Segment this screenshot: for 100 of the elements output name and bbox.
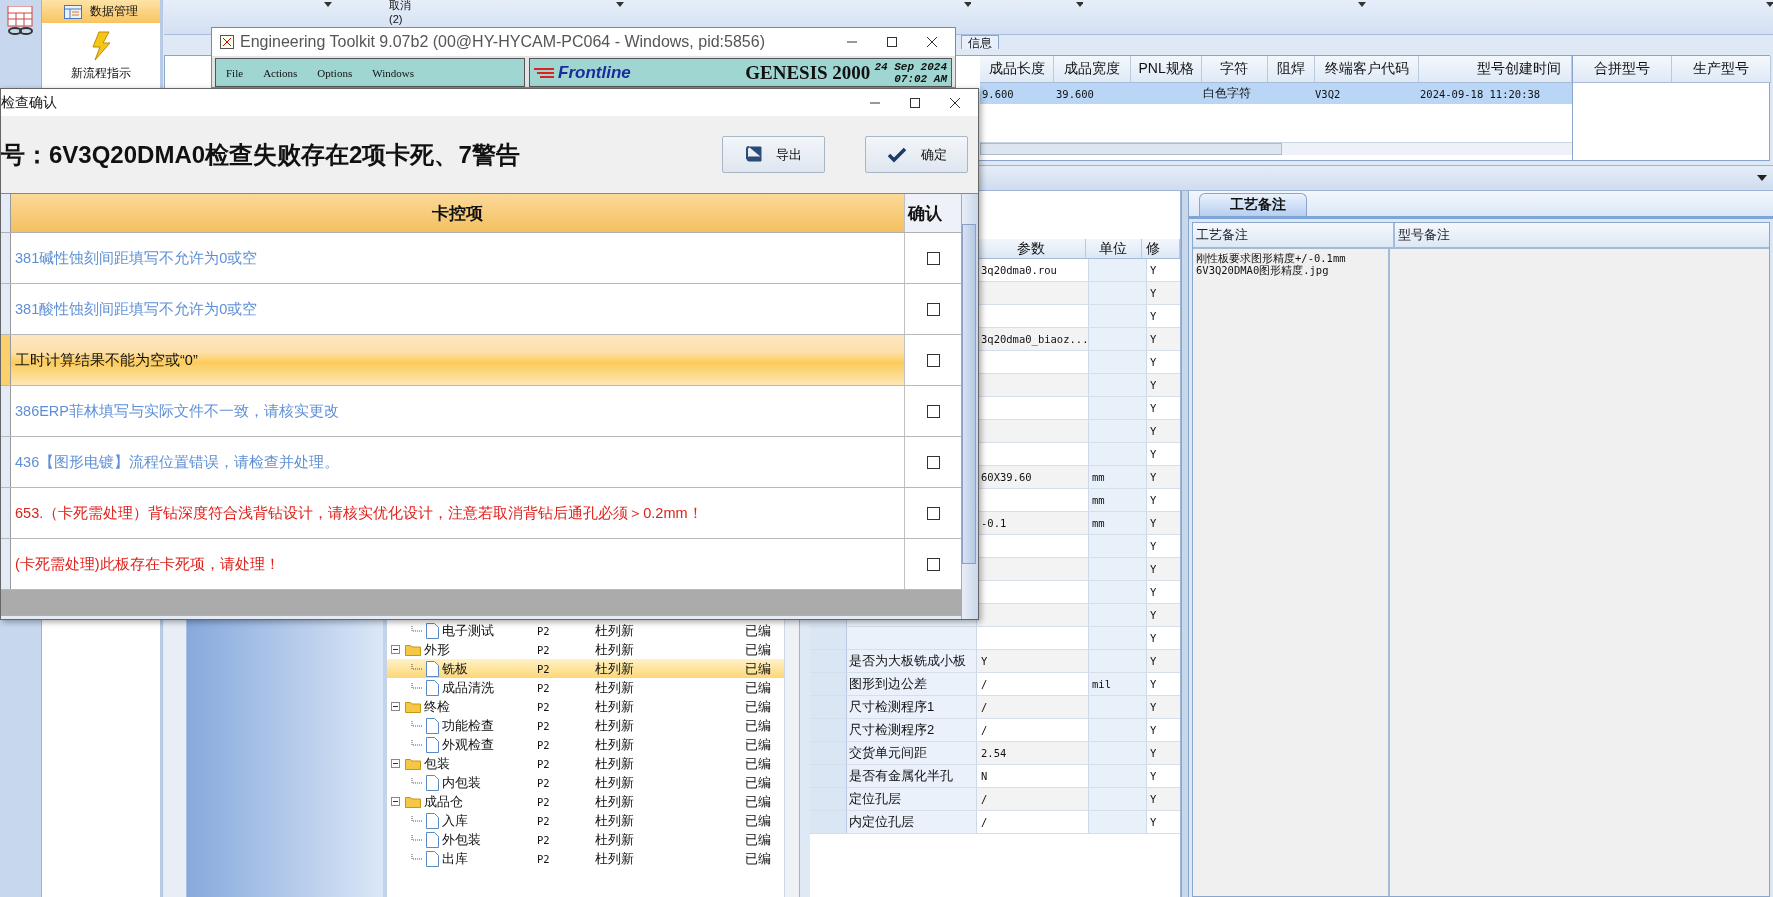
vertical-scrollbar[interactable] [961, 194, 978, 619]
checkbox[interactable] [926, 302, 940, 316]
column-header[interactable]: 成品长度 [980, 56, 1055, 82]
close-icon[interactable] [949, 96, 961, 109]
tree-row[interactable]: 外包装 P2 杜列新 已编 [387, 830, 784, 849]
column-header[interactable]: 卡控项 [11, 194, 905, 232]
menu-item[interactable]: File [226, 66, 244, 79]
close-icon[interactable] [926, 36, 938, 48]
tab[interactable]: 工艺备注 [1199, 193, 1307, 216]
column-header[interactable]: 修 [1142, 239, 1180, 258]
caret-icon[interactable] [963, 2, 972, 7]
splitter-handle[interactable] [1181, 191, 1189, 897]
table-cell: 交货单元间距 [847, 742, 977, 764]
collapse-icon[interactable] [391, 797, 400, 806]
text-area[interactable]: 刚性板要求图形精度+/-0.1mm 6V3Q20DMA0图形精度.jpg [1193, 249, 1390, 896]
tree-label: 成品仓 [424, 792, 463, 811]
collapse-icon[interactable] [391, 645, 400, 654]
table-cell-text: Y [1149, 609, 1157, 621]
tree-row[interactable]: 成品清洗 P2 杜列新 已编 [387, 678, 784, 697]
checkbox[interactable] [926, 353, 940, 367]
table-cell-text: 已编 [745, 754, 772, 773]
column-header[interactable]: 生产型号 [1672, 56, 1771, 82]
horizontal-scrollbar[interactable] [1, 615, 961, 619]
horizontal-scrollbar[interactable] [980, 142, 1572, 155]
table-cell-text: Y [1149, 517, 1157, 529]
confirm-button[interactable]: 确定 [865, 136, 968, 173]
checkbox[interactable] [926, 455, 940, 469]
table-cell-text: Y [1149, 540, 1157, 552]
column-header[interactable]: 终端客户代码 [1314, 56, 1420, 82]
export-button[interactable]: 导出 [722, 136, 825, 173]
caret-icon[interactable] [324, 2, 332, 7]
tree-label: 外观检查 [442, 735, 494, 754]
column-header[interactable]: 字符 [1201, 56, 1269, 82]
column-header[interactable]: 型号创建时间 [1419, 56, 1572, 82]
tree-row[interactable]: 内包装 P2 杜列新 已编 [387, 773, 784, 792]
table-cell-text: 杜列新 [595, 830, 635, 849]
maximize-icon[interactable] [886, 36, 898, 48]
table-cell: mm [1089, 466, 1147, 488]
menu-item[interactable]: Actions [263, 66, 298, 79]
menu-item[interactable]: Options [317, 66, 353, 79]
table-cell-text: P2 [537, 776, 551, 789]
menu-item[interactable]: Windows [372, 66, 414, 79]
table-cell-text: Y [1149, 494, 1157, 506]
panel-tab[interactable]: 信息 [961, 35, 999, 49]
tree-row[interactable]: 包装 P2 杜列新 已编 [387, 754, 784, 773]
tree-label: 外包装 [442, 830, 481, 849]
table-cell-text: V3Q2 [1314, 87, 1342, 100]
tree-label: 终检 [424, 697, 450, 716]
tree-row[interactable]: 功能检查 P2 杜列新 已编 [387, 716, 784, 735]
table-cell: 尺寸检测程序1 [847, 696, 977, 718]
dropdown-icon[interactable] [1757, 175, 1767, 181]
nav-item[interactable]: 新流程指示 [42, 23, 160, 85]
table-cell-text: P2 [537, 681, 551, 694]
check-icon [886, 146, 907, 163]
column-header[interactable]: 单位 [1085, 239, 1143, 258]
column-header[interactable]: 确认 [905, 194, 961, 232]
table-icon [64, 4, 82, 19]
table-cell-text: P2 [537, 624, 551, 637]
nav-item[interactable]: 数据管理 [42, 0, 160, 23]
caret-icon[interactable] [1765, 2, 1773, 7]
table-cell-text: 已编 [745, 659, 772, 678]
column-header[interactable]: 型号备注 [1395, 223, 1450, 247]
checkbox[interactable] [926, 404, 940, 418]
column-header[interactable]: 合拼型号 [1573, 56, 1672, 82]
table-cell: 是否有金属化半孔 [847, 765, 977, 787]
checkbox[interactable] [926, 251, 940, 265]
caret-icon[interactable] [1358, 2, 1366, 7]
table-row[interactable]: 9.600 39.600 白色字符 V3Q2 2024-09-18 11:20:38 [980, 83, 1572, 104]
tree-row[interactable]: 入库 P2 杜列新 已编 [387, 811, 784, 830]
tree-label: 电子测试 [442, 621, 494, 640]
caret-icon[interactable] [616, 2, 624, 7]
tree-row[interactable]: 电子测试 P2 杜列新 已编 [387, 621, 784, 640]
column-header[interactable]: 成品宽度 [1054, 56, 1132, 82]
maximize-icon[interactable] [909, 96, 921, 109]
table-cell-text: 杜列新 [595, 659, 635, 678]
folder-icon [405, 643, 421, 656]
tree-row[interactable]: 外观检查 P2 杜列新 已编 [387, 735, 784, 754]
tree-label: 外形 [424, 640, 450, 659]
collapse-icon[interactable] [391, 702, 400, 711]
tree-row[interactable]: 出库 P2 杜列新 已编 [387, 849, 784, 868]
table-cell-text: 杜列新 [595, 697, 635, 716]
logo-text: Frontline [558, 62, 631, 83]
tree-row[interactable]: 终检 P2 杜列新 已编 [387, 697, 784, 716]
table-cell-text: P2 [537, 738, 551, 751]
calendar-icon[interactable] [5, 6, 36, 36]
table-cell-text: Y [1149, 770, 1157, 782]
checkbox[interactable] [926, 506, 940, 520]
column-header[interactable]: 阻焊 [1268, 56, 1315, 82]
ribbon-label[interactable]: 取消(2) [389, 0, 422, 25]
column-header[interactable]: 工艺备注 [1193, 223, 1395, 247]
column-header[interactable]: PNL规格 [1131, 56, 1202, 82]
tree-row[interactable]: 成品仓 P2 杜列新 已编 [387, 792, 784, 811]
tree-row[interactable]: 铣板 P2 杜列新 已编 [387, 659, 784, 678]
tree-label: 出库 [442, 849, 468, 868]
lightning-icon [90, 31, 112, 61]
folder-icon [405, 700, 421, 713]
checkbox[interactable] [926, 557, 940, 571]
tree-row[interactable]: 外形 P2 杜列新 已编 [387, 640, 784, 659]
caret-icon[interactable] [1076, 2, 1084, 7]
collapse-icon[interactable] [391, 759, 400, 768]
